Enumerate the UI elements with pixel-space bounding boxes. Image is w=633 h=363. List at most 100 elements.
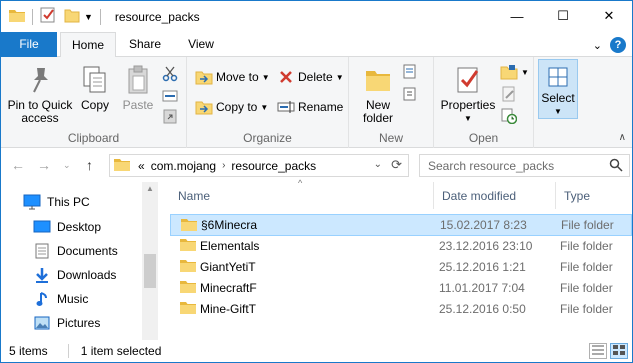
navigation-bar: ← → ⌄ ↑ « com.mojang › resource_packs ⌄ … [1, 148, 632, 182]
paste-icon [126, 63, 150, 97]
file-name: Elementals [200, 239, 260, 253]
address-bar[interactable]: « com.mojang › resource_packs ⌄ ⟳ [109, 154, 409, 177]
folder-icon [181, 218, 197, 235]
open-folder-icon [500, 63, 518, 81]
breadcrumb-separator-icon[interactable]: › [222, 160, 225, 171]
file-date: 15.02.2017 8:23 [440, 218, 527, 232]
column-header-label: Name [178, 188, 211, 203]
table-row[interactable]: Mine-GiftT 25.12.2016 0:50 File folder [170, 298, 632, 320]
copy-label: Copy [80, 98, 109, 112]
open-group: Properties ▼ ▼ Open [434, 57, 534, 148]
easy-access-button[interactable] [401, 83, 422, 105]
tab-file[interactable]: File [1, 32, 57, 57]
paste-shortcut-button[interactable] [161, 105, 182, 127]
minimize-button[interactable]: — [494, 1, 540, 31]
copy-to-button[interactable]: Copy to ▼ [195, 96, 268, 118]
selection-count: 1 item selected [80, 344, 162, 358]
breadcrumb-com-mojang[interactable]: com.mojang [151, 159, 216, 173]
scroll-up-icon[interactable]: ▲ [146, 184, 154, 193]
copy-icon [82, 63, 108, 97]
cut-button[interactable] [161, 63, 182, 85]
recent-locations-chevron-icon[interactable]: ⌄ [63, 160, 71, 171]
help-icon[interactable]: ? [610, 37, 626, 53]
file-date: 25.12.2016 1:21 [439, 260, 526, 274]
new-folder-button[interactable]: New folder [357, 63, 399, 125]
column-header-name[interactable]: Name [170, 182, 434, 209]
quick-access-toolbar: ▼ resource_packs [1, 1, 200, 32]
open-button[interactable]: ▼ [500, 61, 529, 83]
search-icon [609, 158, 623, 175]
folder-icon [180, 301, 196, 318]
forward-arrow-icon[interactable]: → [37, 157, 51, 173]
tab-view[interactable]: View [173, 32, 229, 57]
collapse-ribbon-icon[interactable]: ∧ [619, 132, 626, 143]
scrollbar-thumb[interactable] [144, 254, 156, 288]
search-input[interactable]: Search resource_packs [419, 154, 630, 177]
move-to-label: Move to [216, 70, 259, 84]
select-label: Select [541, 91, 575, 105]
address-dropdown-chevron-icon[interactable]: ⌄ [374, 159, 382, 170]
back-arrow-icon[interactable]: ← [11, 157, 25, 173]
file-name: Mine-GiftT [200, 302, 257, 316]
column-header-date-modified[interactable]: Date modified [434, 182, 556, 209]
pictures-icon [33, 314, 51, 332]
properties-label: Properties [440, 98, 496, 112]
new-folder-icon [365, 63, 391, 97]
table-row[interactable]: MinecraftF 11.01.2017 7:04 File folder [170, 277, 632, 299]
file-type: File folder [560, 260, 613, 274]
organize-group: Move to ▼ Delete ▼ Copy to ▼ Rename Organiz… [187, 57, 349, 148]
large-icons-view-icon [613, 344, 625, 358]
documents-icon [33, 242, 51, 260]
table-row[interactable]: Elementals 23.12.2016 23:10 File folder [170, 235, 632, 257]
properties-qat-icon[interactable] [40, 7, 56, 26]
breadcrumb-overflow[interactable]: « [138, 159, 145, 173]
pin-to-quick-access-button[interactable]: Pin to Quick access [7, 63, 73, 125]
nav-item-label: Downloads [57, 268, 117, 282]
rename-label: Rename [298, 100, 344, 114]
refresh-icon[interactable]: ⟳ [391, 157, 402, 173]
large-icons-view-button[interactable] [610, 343, 628, 359]
edit-button[interactable] [500, 83, 521, 105]
separator [67, 344, 69, 358]
up-arrow-icon[interactable]: ↑ [86, 157, 93, 173]
column-header-label: Date modified [442, 188, 517, 203]
close-icon: ✕ [603, 8, 615, 23]
new-group-label: New [378, 131, 403, 145]
address-folder-icon [114, 157, 130, 174]
history-button[interactable] [500, 105, 521, 127]
desktop-icon [33, 218, 51, 236]
breadcrumb-resource-packs[interactable]: resource_packs [231, 159, 316, 173]
folder-icon [9, 8, 25, 25]
pin-label: Pin to Quick access [7, 98, 73, 125]
new-folder-qat-icon[interactable] [64, 7, 80, 26]
table-row[interactable]: GiantYetiT 25.12.2016 1:21 File folder [170, 256, 632, 278]
nav-pane-scrollbar[interactable]: ▲ [142, 182, 158, 340]
move-to-button[interactable]: Move to ▼ [195, 66, 270, 88]
copy-path-button[interactable] [161, 85, 182, 107]
downloads-icon [33, 266, 51, 284]
select-button[interactable]: Select ▼ [538, 59, 578, 119]
table-row[interactable]: §6Minecra 15.02.2017 8:23 File folder [170, 214, 632, 236]
nav-item-label: This PC [47, 195, 90, 209]
ribbon: Pin to Quick access Copy Paste Clipboard [1, 57, 632, 148]
new-item-button[interactable] [401, 61, 422, 83]
new-item-icon [401, 63, 419, 81]
copy-to-icon [195, 98, 213, 116]
column-header-type[interactable]: Type [556, 182, 632, 209]
tab-home[interactable]: Home [60, 32, 116, 58]
expand-ribbon-chevron-icon[interactable]: ⌄ [593, 39, 602, 52]
maximize-button[interactable]: ☐ [540, 1, 586, 31]
tab-share[interactable]: Share [119, 32, 171, 57]
rename-button[interactable]: Rename [277, 96, 343, 118]
paste-button[interactable]: Paste [119, 63, 157, 112]
computer-icon [23, 193, 41, 211]
properties-button[interactable]: Properties ▼ [440, 63, 496, 125]
folder-icon [180, 280, 196, 297]
rename-icon [277, 98, 295, 116]
details-view-button[interactable] [589, 343, 607, 359]
customize-qat-chevron-icon[interactable]: ▼ [84, 12, 93, 22]
delete-button[interactable]: Delete ▼ [277, 66, 344, 88]
close-button[interactable]: ✕ [586, 1, 632, 31]
edit-pencil-icon [500, 85, 518, 103]
copy-button[interactable]: Copy [77, 63, 113, 112]
